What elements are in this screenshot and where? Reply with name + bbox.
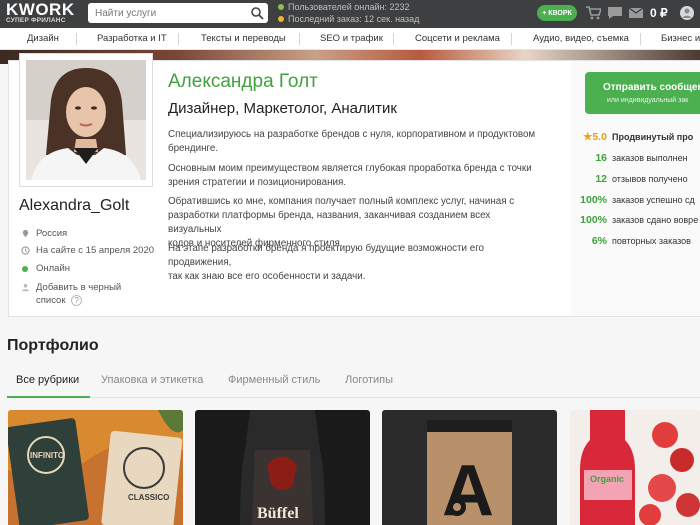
tab-all-categories[interactable]: Все рубрики [16, 374, 79, 386]
category-business[interactable]: Бизнес и [661, 33, 700, 44]
member-since: На сайте с 15 апреля 2020 [21, 245, 154, 256]
portfolio-item[interactable]: Büffel [195, 410, 370, 525]
location-pin-icon [22, 229, 29, 238]
portfolio-image: A [382, 410, 557, 525]
send-message-button[interactable] [585, 72, 700, 114]
last-order: Последний заказ: 12 сек. назад [278, 14, 419, 24]
notifications-icon[interactable] [628, 5, 644, 21]
profile-avatar-icon[interactable] [680, 6, 694, 20]
portfolio-item[interactable]: INFINITO CLASSICO [8, 410, 183, 525]
search-icon[interactable] [250, 6, 264, 20]
portfolio-image: INFINITO CLASSICO [8, 410, 183, 525]
order-dot-icon [278, 16, 284, 22]
full-name: Александра Голт [168, 71, 318, 92]
tab-logos[interactable]: Логотипы [345, 374, 393, 386]
portfolio-item[interactable]: Organic [570, 410, 700, 525]
category-design[interactable]: Дизайн [27, 33, 59, 44]
cart-icon[interactable] [585, 5, 601, 21]
balance[interactable]: 0 ₽ [650, 6, 668, 20]
bio-paragraph: На этапе разработки бренда я проектирую … [168, 243, 484, 282]
location: Россия [21, 228, 67, 239]
messages-icon[interactable] [607, 5, 623, 21]
category-development[interactable]: Разработка и IT [97, 33, 167, 44]
portfolio-title: Портфолио [7, 337, 99, 354]
logo-subtitle: СУПЕР ФРИЛАНС [6, 17, 66, 24]
stat-completed: 16 заказов выполнен [595, 152, 688, 164]
svg-text:Organic: Organic [590, 474, 624, 484]
category-texts[interactable]: Тексты и переводы [201, 33, 286, 44]
search-input[interactable] [88, 3, 268, 23]
avatar-photo [26, 60, 146, 180]
stat-level: ★5.0 Продвинутый про [582, 131, 694, 143]
active-tab-indicator [7, 396, 90, 398]
send-message-label[interactable]: Отправить сообщен [603, 82, 700, 93]
tab-brand-identity[interactable]: Фирменный стиль [228, 374, 320, 386]
help-icon[interactable]: ? [71, 295, 83, 306]
category-divider [76, 33, 77, 45]
category-audio-video[interactable]: Аудио, видео, съемка [533, 33, 629, 44]
svg-text:A: A [442, 451, 494, 525]
stat-reviews: 12 отзывов получено [595, 173, 688, 185]
add-kwork-button[interactable]: + КВОРК [537, 5, 577, 21]
online-status-icon [22, 265, 28, 272]
stat-repeat: 6% повторных заказов [591, 235, 691, 247]
blacklist-icon [21, 283, 30, 292]
category-divider [511, 33, 512, 45]
username: Alexandra_Golt [19, 197, 130, 214]
svg-text:CLASSICO: CLASSICO [128, 493, 169, 502]
online-users: Пользователей онлайн: 2232 [278, 2, 410, 12]
bio-paragraph: Специализируюсь на разработке брендов с … [168, 129, 536, 154]
stat-on-time: 100% заказов сдано вовре [580, 214, 699, 226]
svg-text:Büffel: Büffel [257, 505, 299, 522]
clock-icon [21, 246, 30, 255]
category-social[interactable]: Соцсети и реклама [415, 33, 500, 44]
avatar [19, 53, 153, 187]
category-divider [299, 33, 300, 45]
online-dot-icon [278, 4, 284, 10]
category-divider [178, 33, 179, 45]
category-divider [640, 33, 641, 45]
tab-packaging[interactable]: Упаковка и этикетка [101, 374, 203, 386]
portfolio-image: Büffel [195, 410, 370, 525]
blacklist-link[interactable]: Добавить в черный список ? [21, 281, 121, 307]
svg-text:INFINITO: INFINITO [30, 451, 64, 460]
category-divider [393, 33, 394, 45]
category-seo[interactable]: SEO и трафик [320, 33, 383, 44]
portfolio-image: Organic [570, 410, 700, 525]
bio-paragraph: Основным моим преимуществом является глу… [168, 163, 532, 188]
tabs-divider [7, 397, 700, 398]
portfolio-item[interactable]: A [382, 410, 557, 525]
stat-success: 100% заказов успешно сд [580, 194, 695, 206]
online-status: Онлайн [21, 263, 70, 274]
send-message-sublabel[interactable]: или индивидуальный зак [607, 97, 688, 104]
profession: Дизайнер, Маркетолог, Аналитик [168, 100, 397, 117]
